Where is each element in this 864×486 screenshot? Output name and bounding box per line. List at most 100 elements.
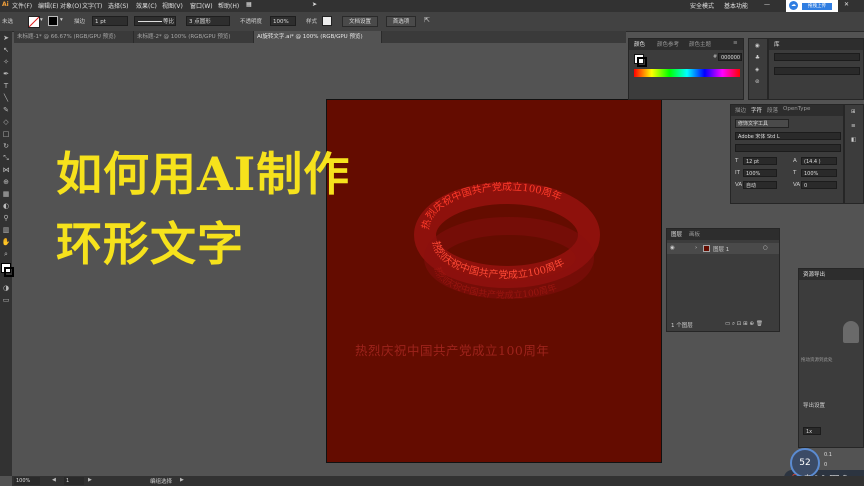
font-family-select[interactable]: Adobe 宋体 Std L xyxy=(735,132,841,140)
pen-tool-icon[interactable]: ✒ xyxy=(1,69,11,79)
font-style-select[interactable] xyxy=(735,144,841,152)
tab-stroke[interactable]: 描边 xyxy=(735,106,746,114)
rotate-tool-icon[interactable]: ↻ xyxy=(1,141,11,151)
opacity-field[interactable]: 100% xyxy=(270,16,296,26)
tab-artboards[interactable]: 画板 xyxy=(689,230,700,238)
font-size-field[interactable]: 12 pt xyxy=(743,157,777,165)
close-icon[interactable]: ✕ xyxy=(844,1,849,8)
layer-row[interactable]: ◉ › 图层 1 ○ xyxy=(667,243,779,254)
menu-help[interactable]: 帮助(H) xyxy=(218,1,239,10)
tab-character[interactable]: 字符 xyxy=(751,106,762,114)
export-scale-select[interactable]: 1x xyxy=(803,427,821,435)
upload-widget[interactable]: ☁ 拖拽上传 xyxy=(786,0,838,12)
layout-icon[interactable]: ▦ xyxy=(246,1,252,8)
vertical-scale-field[interactable]: 100% xyxy=(743,169,777,177)
expand-arrow-icon[interactable]: › xyxy=(695,245,697,251)
tab-library[interactable]: 库 xyxy=(774,40,780,48)
mesh-tool-icon[interactable]: ▦ xyxy=(1,189,11,199)
pathfinder-icon[interactable]: ◧ xyxy=(851,137,856,143)
eraser-tool-icon[interactable]: ◇ xyxy=(1,117,11,127)
tab-ai-rotate-text[interactable]: AI旋转文字.ai* @ 100% (RGB/GPU 预览) xyxy=(254,31,382,43)
selection-tool-icon[interactable]: ➤ xyxy=(1,33,11,43)
symbols-icon[interactable]: ♣ xyxy=(755,55,760,61)
transform-icon[interactable]: ⊞ xyxy=(851,109,856,115)
screen-mode-icon[interactable]: ▭ xyxy=(1,295,11,305)
preferences-button[interactable]: 首选项 xyxy=(386,16,416,27)
document-setup-button[interactable]: 文档设置 xyxy=(342,16,378,27)
hand-tool-icon[interactable]: ✋ xyxy=(1,237,11,247)
align-icon[interactable]: ≡ xyxy=(851,123,856,129)
send-icon[interactable]: ➤ xyxy=(312,1,317,8)
tab-color-guide[interactable]: 颜色参考 xyxy=(657,40,679,48)
menu-type[interactable]: 文字(T) xyxy=(82,1,102,10)
line-tool-icon[interactable]: ╲ xyxy=(1,93,11,103)
tab-opentype[interactable]: OpenType xyxy=(783,106,810,112)
panel-menu-icon[interactable]: ≡ xyxy=(733,40,738,46)
stroke-weight-field[interactable]: 1 pt xyxy=(92,16,128,26)
layer-name[interactable]: 图层 1 xyxy=(713,245,729,253)
horizontal-scale-field[interactable]: 100% xyxy=(801,169,837,177)
appearance-icon[interactable]: ⊚ xyxy=(755,79,760,85)
style-swatch[interactable] xyxy=(322,16,332,26)
graphic-styles-icon[interactable]: ◈ xyxy=(755,67,759,73)
status-arrow[interactable]: ▶ xyxy=(180,477,184,483)
tracking-field[interactable]: 0 xyxy=(801,181,837,189)
zoom-select[interactable]: 100% xyxy=(14,477,40,485)
artboard-nav-next[interactable]: ▶ xyxy=(88,477,92,483)
upload-button[interactable]: 拖拽上传 xyxy=(802,3,832,10)
stroke-dropdown-icon[interactable]: ▾ xyxy=(60,17,63,23)
menu-file[interactable]: 文件(F) xyxy=(12,1,32,10)
tab-paragraph[interactable]: 段落 xyxy=(767,106,778,114)
tab-asset-export[interactable]: 资源导出 xyxy=(803,270,825,278)
library-search[interactable] xyxy=(774,67,860,75)
fill-swatch[interactable] xyxy=(28,16,40,28)
hex-field[interactable]: 000000 xyxy=(718,53,742,61)
direct-selection-tool-icon[interactable]: ↖ xyxy=(1,45,11,55)
brushes-icon[interactable]: ◉ xyxy=(755,43,760,49)
type-tool-icon[interactable]: T xyxy=(1,81,11,91)
menu-window[interactable]: 窗口(W) xyxy=(190,1,213,10)
color-stroke-icon[interactable] xyxy=(637,57,647,67)
draw-mode-icon[interactable]: ◑ xyxy=(1,283,11,293)
visibility-eye-icon[interactable]: ◉ xyxy=(670,245,675,251)
menu-effect[interactable]: 效果(C) xyxy=(136,1,157,10)
minimize-icon[interactable]: — xyxy=(764,1,770,8)
tab-color-themes[interactable]: 颜色主题 xyxy=(689,40,711,48)
arrange-icon[interactable]: ⇱ xyxy=(424,16,430,24)
graph-tool-icon[interactable]: ▥ xyxy=(1,225,11,235)
leading-field[interactable]: (14.4 ) xyxy=(801,157,837,165)
stroke-swatch[interactable] xyxy=(48,16,58,26)
kerning-field[interactable]: 自动 xyxy=(743,181,777,189)
artboard-select[interactable]: 1 xyxy=(64,477,84,485)
tab-layers[interactable]: 图层 xyxy=(671,230,682,238)
tab-untitled-2[interactable]: 未标题-2* @ 100% (RGB/GPU 预览) xyxy=(134,31,254,43)
brush-tool-icon[interactable]: ✎ xyxy=(1,105,11,115)
fill-dropdown-icon[interactable]: ▾ xyxy=(40,17,43,23)
color-spectrum[interactable] xyxy=(634,69,740,77)
scale-tool-icon[interactable]: ⤡ xyxy=(1,153,11,163)
eyedropper-tool-icon[interactable]: ⚲ xyxy=(1,213,11,223)
rectangle-tool-icon[interactable]: □ xyxy=(1,129,11,139)
stroke-color-icon[interactable] xyxy=(4,267,14,277)
gradient-tool-icon[interactable]: ◐ xyxy=(1,201,11,211)
library-select[interactable] xyxy=(774,53,860,61)
target-icon[interactable]: ○ xyxy=(763,245,768,251)
workspace-switcher[interactable]: 基本功能 xyxy=(724,1,748,10)
width-tool-icon[interactable]: ⋈ xyxy=(1,165,11,175)
shape-builder-tool-icon[interactable]: ⊕ xyxy=(1,177,11,187)
tab-color[interactable]: 颜色 xyxy=(634,40,645,48)
export-settings-label[interactable]: 导出设置 xyxy=(803,401,825,409)
menu-select[interactable]: 选择(S) xyxy=(108,1,129,10)
artboard[interactable]: 热烈庆祝中国共产党成立100周年 热烈庆祝中国共产党成立100周年 热烈庆祝中国… xyxy=(326,99,662,463)
touch-type-button[interactable]: 修饰文字工具 xyxy=(735,119,789,128)
stroke-profile-select[interactable]: 等比 xyxy=(134,16,176,26)
zoom-tool-icon[interactable]: ⌕ xyxy=(1,249,11,259)
tab-untitled-1[interactable]: 未标题-1* @ 66.67% (RGB/GPU 预览) xyxy=(14,31,134,43)
menu-edit[interactable]: 编辑(E) xyxy=(38,1,58,10)
brush-select[interactable]: 3 点圆形 xyxy=(186,16,230,26)
layer-actions-icon[interactable]: ▭ ⌕ ⊡ ⊞ ⊕ 🗑 xyxy=(725,321,763,328)
menu-view[interactable]: 视图(V) xyxy=(162,1,183,10)
magic-wand-tool-icon[interactable]: ✧ xyxy=(1,57,11,67)
menu-object[interactable]: 对象(O) xyxy=(60,1,81,10)
artboard-nav-prev[interactable]: ◀ xyxy=(52,477,56,483)
